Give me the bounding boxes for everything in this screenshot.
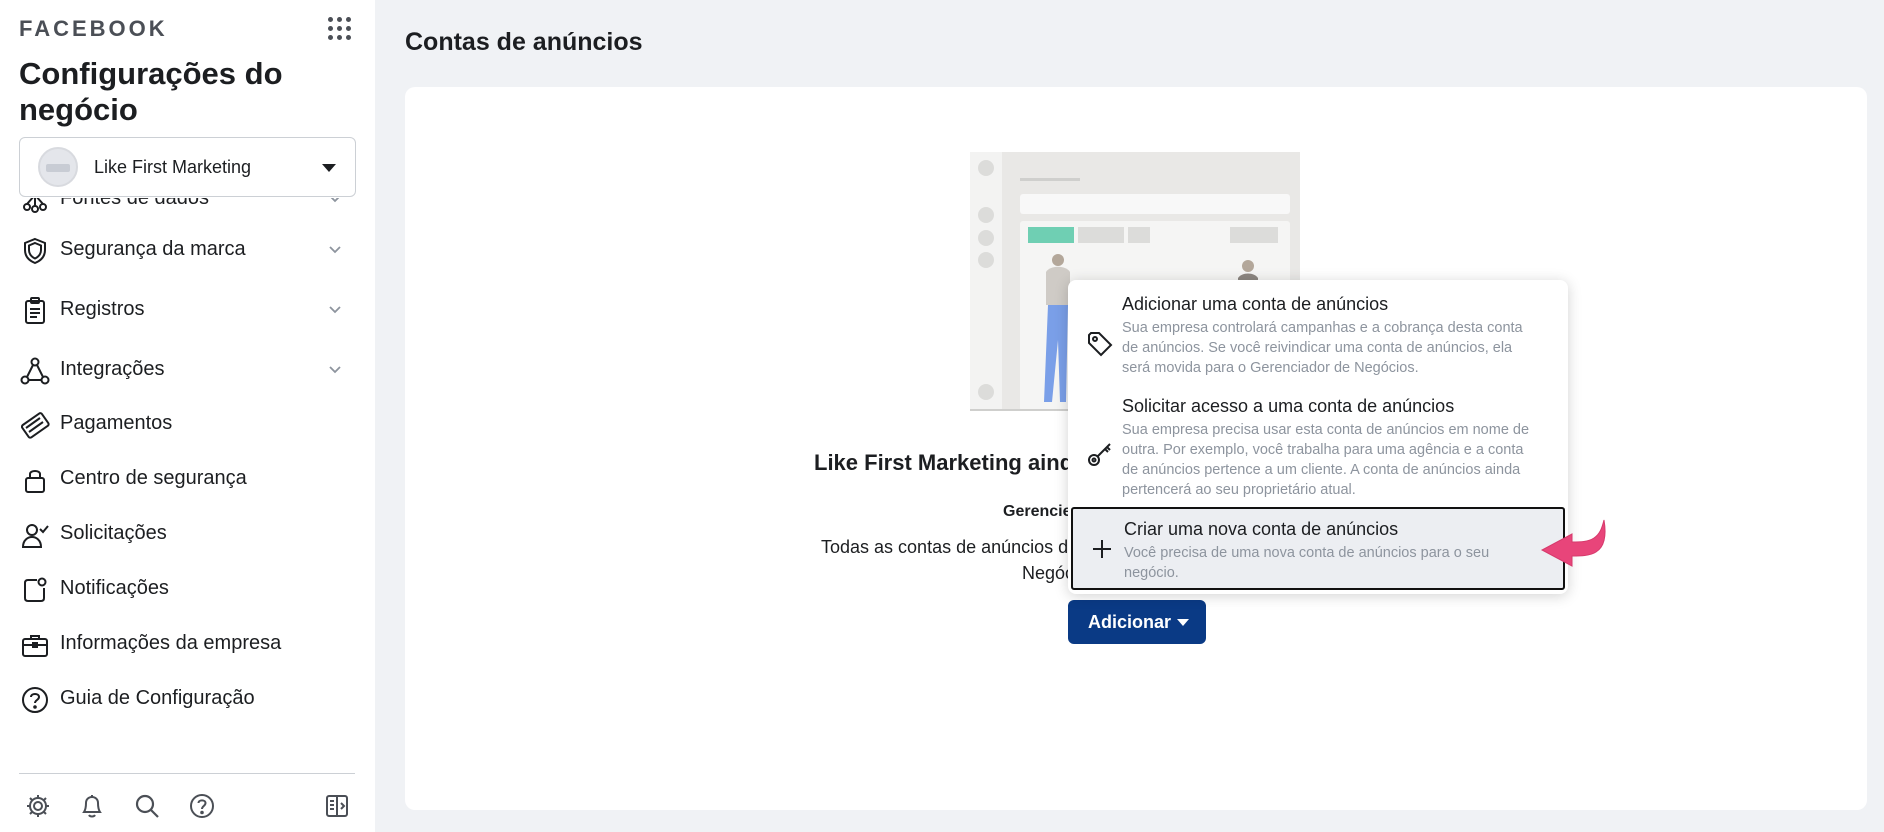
- menu-item-create-ad-account[interactable]: Criar uma nova conta de anúncios Você pr…: [1071, 507, 1565, 590]
- annotation-arrow-icon: [1540, 519, 1606, 567]
- empty-state-title: Like First Marketing ainda: [814, 450, 1086, 475]
- menu-item-description: Sua empresa controlará campanhas e a cob…: [1122, 320, 1523, 376]
- sidebar: FACEBOOK Configurações do negócio Like F…: [0, 0, 375, 832]
- sidebar-item-label: Segurança da marca: [60, 237, 246, 260]
- help-circle-icon: [22, 687, 48, 713]
- sidebar-item-notifications[interactable]: Notificações: [0, 566, 375, 610]
- sidebar-item-label: Guia de Configuração: [60, 686, 255, 709]
- sidebar-item-label: Fontes de dados: [60, 198, 209, 210]
- sidebar-item-label: Registros: [60, 297, 145, 320]
- sidebar-item-label: Integrações: [60, 357, 165, 380]
- chevron-down-icon: [330, 198, 340, 203]
- empty-state-subtitle: Gerencie: [1003, 503, 1072, 520]
- business-name: Like First Marketing: [94, 156, 252, 177]
- sidebar-item-requests[interactable]: Solicitações: [0, 511, 375, 555]
- sidebar-item-security-center[interactable]: Centro de segurança: [0, 456, 375, 500]
- apps-grid-icon[interactable]: [328, 17, 352, 41]
- sidebar-item-brand-safety[interactable]: Segurança da marca: [0, 227, 375, 271]
- chevron-down-icon: [329, 246, 341, 254]
- menu-item-add-ad-account[interactable]: Adicionar uma conta de anúncios Sua empr…: [1068, 294, 1568, 390]
- empty-state-description-line2: Negóc: [1022, 563, 1075, 583]
- sidebar-item-integrations[interactable]: Integrações: [0, 347, 375, 391]
- plus-icon: [1093, 540, 1111, 558]
- menu-item-request-access[interactable]: Solicitar acesso a uma conta de anúncios…: [1068, 396, 1568, 498]
- sidebar-nav: Fontes de dados Segurança da marca Regis…: [0, 198, 375, 772]
- facebook-logo[interactable]: FACEBOOK: [19, 16, 168, 42]
- caret-down-icon: [322, 164, 336, 172]
- sidebar-item-company-info[interactable]: Informações da empresa: [0, 621, 375, 665]
- user-check-icon: [21, 524, 49, 548]
- caret-down-icon: [1177, 619, 1189, 626]
- add-button[interactable]: Adicionar: [1068, 600, 1206, 644]
- menu-item-title: Adicionar uma conta de anúncios: [1122, 294, 1389, 314]
- key-icon: [1088, 443, 1111, 466]
- chevron-down-icon: [329, 366, 341, 374]
- sidebar-item-label: Solicitações: [60, 521, 167, 544]
- shield-icon: [24, 237, 46, 265]
- add-button-label: Adicionar: [1088, 611, 1172, 632]
- lock-icon: [25, 470, 45, 493]
- business-selector[interactable]: Like First Marketing: [19, 137, 356, 197]
- empty-state-description: Todas as contas de anúncios do: [821, 537, 1079, 557]
- add-dropdown-menu: Adicionar uma conta de anúncios Sua empr…: [1068, 280, 1568, 594]
- menu-item-description: Sua empresa precisa usar esta conta de a…: [1122, 422, 1530, 498]
- notification-icon: [24, 577, 47, 602]
- chevron-down-icon: [329, 306, 341, 314]
- sidebar-bottom-toolbar: [0, 788, 375, 824]
- sidebar-item-label: Informações da empresa: [60, 631, 282, 654]
- gear-icon[interactable]: [24, 792, 52, 820]
- panel-toggle-icon[interactable]: [323, 792, 351, 820]
- sidebar-item-data-sources[interactable]: Fontes de dados: [0, 198, 375, 220]
- briefcase-icon: [22, 635, 48, 657]
- page-title: Contas de anúncios: [405, 28, 643, 56]
- sidebar-item-registros[interactable]: Registros: [0, 287, 375, 331]
- help-icon[interactable]: [188, 792, 216, 820]
- sidebar-item-payments[interactable]: Pagamentos: [0, 401, 375, 445]
- menu-item-description: Você precisa de uma nova conta de anúnci…: [1124, 545, 1490, 581]
- menu-item-title: Solicitar acesso a uma conta de anúncios: [1122, 396, 1455, 416]
- menu-item-title: Criar uma nova conta de anúncios: [1124, 519, 1399, 539]
- clipboard-icon: [25, 297, 45, 324]
- search-icon[interactable]: [133, 792, 161, 820]
- sidebar-item-label: Centro de segurança: [60, 466, 247, 489]
- tag-icon: [1088, 332, 1113, 357]
- data-sources-icon: [23, 198, 47, 213]
- integrations-icon: [20, 357, 50, 385]
- sidebar-item-label: Notificações: [60, 576, 169, 599]
- sidebar-item-label: Pagamentos: [60, 411, 173, 434]
- business-avatar: [38, 147, 78, 187]
- bell-icon[interactable]: [78, 792, 106, 820]
- credit-card-icon: [20, 412, 50, 439]
- sidebar-item-setup-guide[interactable]: Guia de Configuração: [0, 676, 375, 720]
- sidebar-divider: [19, 773, 355, 774]
- settings-title: Configurações do negócio: [19, 56, 283, 127]
